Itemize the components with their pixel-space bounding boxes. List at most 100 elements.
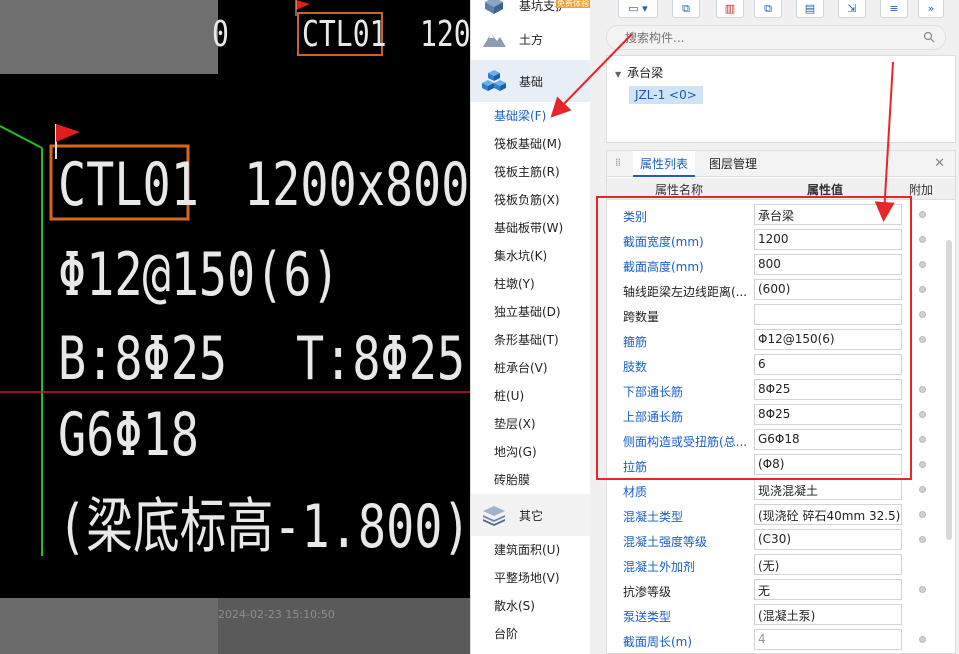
property-name: 截面周长(m) xyxy=(623,635,693,649)
sidebar-item-isolated-foundation[interactable]: 独立基础(D) xyxy=(471,298,590,326)
search-icon[interactable] xyxy=(923,31,935,43)
cube-icon xyxy=(481,0,507,17)
sidebar-item-trench[interactable]: 地沟(G) xyxy=(471,438,590,466)
sidebar-item-foundation-strip[interactable]: 基础板带(W) xyxy=(471,214,590,242)
tree-root[interactable]: ▼ 承台梁 xyxy=(615,64,663,81)
delete-icon[interactable]: ▥ xyxy=(716,0,744,18)
cad-bottom-rebar: B:8Φ25 xyxy=(58,324,228,394)
sidebar-item-pile-cap[interactable]: 桩承台(V) xyxy=(471,354,590,382)
attach-checkbox[interactable] xyxy=(919,586,926,593)
floor-copy-icon[interactable]: ▤ xyxy=(796,0,824,18)
toolbar: ▭ ▾ ⧉ ▥ ⧉ ▤ ⇲ ≡ » xyxy=(606,0,959,18)
property-value[interactable]: (现浇砼 碎石40mm 32.5) xyxy=(754,504,902,525)
tab-layer-management[interactable]: 图层管理 xyxy=(709,151,757,177)
property-row: 泵送类型 (混凝土泵) xyxy=(607,602,955,627)
attach-checkbox[interactable] xyxy=(919,461,926,468)
chevron-down-icon[interactable]: ▼ xyxy=(615,70,621,79)
property-row: 抗渗等级 无 xyxy=(607,577,955,602)
attach-checkbox[interactable] xyxy=(919,636,926,643)
trial-badge: 免费体验 xyxy=(556,0,590,8)
component-tree: ▼ 承台梁 JZL-1 <0> xyxy=(606,55,956,143)
cad-top-text-left: 0 xyxy=(212,14,229,55)
property-row: 混凝土强度等级 (C30) xyxy=(607,527,955,552)
property-value[interactable]: 4 xyxy=(754,629,902,650)
cubes-icon xyxy=(481,69,507,93)
attach-checkbox[interactable] xyxy=(919,486,926,493)
attach-checkbox[interactable] xyxy=(919,286,926,293)
sidebar-item-cushion[interactable]: 垫层(X) xyxy=(471,410,590,438)
property-value[interactable]: 无 xyxy=(754,579,902,600)
property-name: 混凝土外加剂 xyxy=(623,560,696,574)
attach-checkbox[interactable] xyxy=(919,511,926,518)
close-icon[interactable]: ✕ xyxy=(934,156,945,171)
attach-checkbox[interactable] xyxy=(919,336,926,343)
highlight-box xyxy=(596,196,912,480)
mountain-icon xyxy=(481,27,507,51)
sidebar-group-other[interactable]: 其它 xyxy=(471,494,590,536)
properties-tabs: ⁞⁞ 属性列表 图层管理 ✕ xyxy=(607,151,955,177)
sidebar-item-raft-main-rebar[interactable]: 筏板主筋(R) xyxy=(471,158,590,186)
attach-checkbox[interactable] xyxy=(919,536,926,543)
scrollbar[interactable] xyxy=(946,240,952,540)
property-name: 泵送类型 xyxy=(623,610,672,624)
sidebar-item-pile[interactable]: 桩(U) xyxy=(471,382,590,410)
sidebar-item-apron[interactable]: 散水(S) xyxy=(471,592,590,620)
sidebar-item-brick-mold[interactable]: 砖胎膜 xyxy=(471,466,590,494)
tree-node-jzl1[interactable]: JZL-1 <0> xyxy=(629,86,703,104)
cad-elevation: (梁底标高-1.800) xyxy=(58,492,471,562)
search-input[interactable] xyxy=(607,26,897,49)
property-value[interactable]: (混凝土泵) xyxy=(754,604,902,625)
cad-beam-name: CTL01 xyxy=(58,150,199,220)
cad-drawing: CTL01 1200x800 Φ12@150(6) B:8Φ25 T:8Φ25 … xyxy=(0,74,471,598)
cad-side-rebar: G6Φ18 xyxy=(58,400,199,470)
sidebar-group-foundation[interactable]: 基础 xyxy=(471,60,590,102)
more-icon[interactable]: » xyxy=(918,0,944,18)
new-icon[interactable]: ▭ ▾ xyxy=(618,0,658,18)
attach-checkbox[interactable] xyxy=(919,411,926,418)
background-date: 2024-02-23 15:10:50 xyxy=(218,608,335,621)
property-row: 混凝土类型 (现浇砼 碎石40mm 32.5) xyxy=(607,502,955,527)
property-name: 材质 xyxy=(623,485,648,499)
attach-checkbox[interactable] xyxy=(919,211,926,218)
cad-top-strip: 0 CTL01 120 xyxy=(0,0,471,74)
attach-checkbox[interactable] xyxy=(919,436,926,443)
list-icon[interactable]: ≡ xyxy=(880,0,908,18)
drag-handle-icon[interactable]: ⁞⁞ xyxy=(615,156,621,169)
property-name: 混凝土类型 xyxy=(623,510,684,524)
cad-stirrup: Φ12@150(6) xyxy=(58,240,340,310)
component-sidebar: 基坑支护 土方 基础 基础梁(F) 筏板基础(M) 筏板主筋(R) 筏板负筋(X… xyxy=(470,0,590,654)
copy-icon[interactable]: ⧉ xyxy=(672,0,700,18)
duplicate-icon[interactable]: ⧉ xyxy=(754,0,782,18)
export-icon[interactable]: ⇲ xyxy=(838,0,866,18)
col-extra: 附加 xyxy=(909,183,934,197)
cad-beam-size: 1200x800 xyxy=(244,150,470,220)
property-value[interactable]: (C30) xyxy=(754,529,902,550)
property-value[interactable]: (无) xyxy=(754,554,902,575)
sidebar-item-raft-negative-rebar[interactable]: 筏板负筋(X) xyxy=(471,186,590,214)
cad-top-text-right: 120 xyxy=(420,14,471,55)
cad-top-rebar: T:8Φ25 xyxy=(296,324,466,394)
property-value[interactable]: 现浇混凝土 xyxy=(754,479,902,500)
sidebar-item-foundation-beam[interactable]: 基础梁(F) xyxy=(471,102,590,130)
flag-icon xyxy=(295,0,310,16)
sidebar-item-column-pier[interactable]: 柱墩(Y) xyxy=(471,270,590,298)
sidebar-item-raft-foundation[interactable]: 筏板基础(M) xyxy=(471,130,590,158)
attach-checkbox[interactable] xyxy=(919,386,926,393)
property-name: 混凝土强度等级 xyxy=(623,535,708,549)
cad-top-text: CTL01 xyxy=(302,14,387,55)
sidebar-group-earthwork[interactable]: 土方 xyxy=(471,18,590,60)
property-name: 抗渗等级 xyxy=(623,585,672,599)
component-search xyxy=(606,25,946,50)
tab-properties[interactable]: 属性列表 xyxy=(633,151,695,177)
property-row: 材质 现浇混凝土 xyxy=(607,477,955,502)
attach-checkbox[interactable] xyxy=(919,311,926,318)
layers-icon xyxy=(481,503,507,527)
sidebar-item-building-area[interactable]: 建筑面积(U) xyxy=(471,536,590,564)
attach-checkbox[interactable] xyxy=(919,236,926,243)
sidebar-item-strip-foundation[interactable]: 条形基础(T) xyxy=(471,326,590,354)
sidebar-item-sump-pit[interactable]: 集水坑(K) xyxy=(471,242,590,270)
sidebar-item-site-leveling[interactable]: 平整场地(V) xyxy=(471,564,590,592)
sidebar-item-steps[interactable]: 台阶 xyxy=(471,620,590,648)
attach-checkbox[interactable] xyxy=(919,261,926,268)
property-row: 截面周长(m) 4 xyxy=(607,627,955,652)
